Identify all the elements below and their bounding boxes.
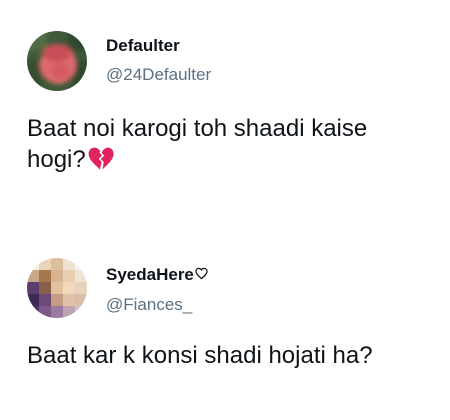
tweet-card[interactable]: Defaulter @24Defaulter Baat noi karogi t…: [0, 0, 450, 210]
tweet-text-line: Baat kar k konsi shadi hojati ha?: [27, 342, 373, 369]
broken-heart-icon: [88, 147, 114, 171]
avatar[interactable]: [27, 258, 87, 318]
display-name-text: SyedaHere: [106, 265, 194, 284]
pixelated-avatar-image: [27, 258, 87, 318]
tweet-text-line: Baat noi karogi toh shaadi kaise: [27, 115, 368, 142]
tweet-card[interactable]: SyedaHere @Fiances_ Baat kar k konsi sha…: [0, 232, 450, 420]
white-heart-icon: [195, 267, 208, 280]
user-handle[interactable]: @Fiances_: [106, 295, 192, 315]
tweet-text: Baat kar k konsi shadi hojati ha?: [27, 340, 437, 371]
display-name[interactable]: SyedaHere: [106, 265, 208, 285]
tweet-text-line: hogi?: [27, 146, 86, 173]
blurred-avatar-image: [27, 31, 87, 91]
tweet-text: Baat noi karogi toh shaadi kaise hogi?: [27, 113, 437, 175]
avatar[interactable]: [27, 31, 87, 91]
display-name[interactable]: Defaulter: [106, 36, 180, 56]
user-handle[interactable]: @24Defaulter: [106, 65, 211, 85]
